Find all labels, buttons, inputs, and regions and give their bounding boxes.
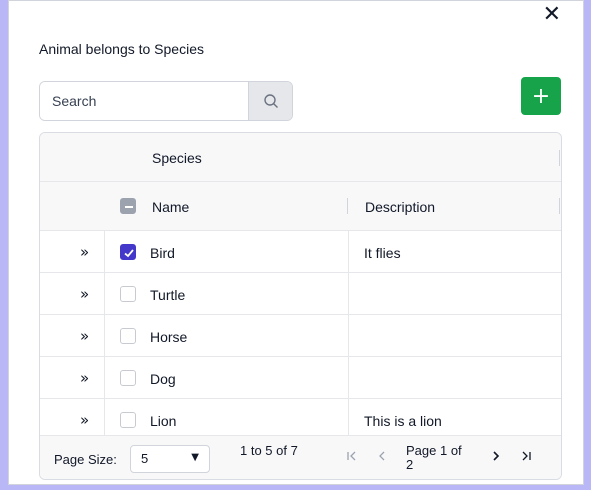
column-header-row: Name Description bbox=[40, 182, 561, 231]
chevron-left-icon bbox=[379, 451, 385, 461]
first-page-button[interactable] bbox=[346, 450, 358, 466]
column-resize-handle[interactable] bbox=[347, 198, 348, 214]
row-range-text: 1 to 5 of 7 bbox=[240, 443, 298, 458]
caret-down-icon: ▼ bbox=[191, 452, 199, 463]
cell-divider bbox=[348, 315, 349, 356]
dialog-title: Animal belongs to Species bbox=[39, 41, 204, 57]
cell-divider bbox=[348, 231, 349, 272]
group-header-label: Species bbox=[152, 150, 202, 166]
cell-name: Horse bbox=[150, 329, 188, 345]
last-page-icon bbox=[522, 451, 531, 461]
table-row[interactable]: » Dog bbox=[40, 357, 561, 399]
cell-divider bbox=[104, 231, 105, 272]
species-grid: Species Name Description » Bird It flies » T… bbox=[39, 132, 562, 480]
expand-row-icon[interactable]: » bbox=[80, 327, 89, 345]
table-row[interactable]: » Turtle bbox=[40, 273, 561, 315]
page-size-label: Page Size: bbox=[54, 452, 117, 467]
row-checkbox[interactable] bbox=[120, 412, 136, 428]
expand-row-icon[interactable]: » bbox=[80, 285, 89, 303]
next-page-button[interactable] bbox=[490, 450, 502, 466]
column-header-description[interactable]: Description bbox=[365, 199, 435, 215]
cell-description: This is a lion bbox=[364, 413, 442, 429]
first-page-icon bbox=[347, 451, 356, 461]
previous-page-button[interactable] bbox=[376, 450, 388, 466]
table-row[interactable]: » Horse bbox=[40, 315, 561, 357]
search-input[interactable] bbox=[40, 82, 248, 120]
cell-divider bbox=[348, 399, 349, 440]
select-all-checkbox[interactable] bbox=[120, 198, 136, 214]
add-button[interactable]: + bbox=[521, 77, 561, 115]
cell-divider bbox=[104, 273, 105, 314]
column-header-name[interactable]: Name bbox=[152, 199, 189, 215]
row-checkbox[interactable] bbox=[120, 370, 136, 386]
dialog: ✕ Animal belongs to Species + Species Na… bbox=[8, 0, 584, 485]
page-size-value: 5 bbox=[141, 451, 149, 466]
expand-row-icon[interactable]: » bbox=[80, 243, 89, 261]
cell-divider bbox=[104, 399, 105, 440]
cell-name: Bird bbox=[150, 245, 175, 261]
table-row[interactable]: » Bird It flies bbox=[40, 231, 561, 273]
check-icon bbox=[124, 249, 134, 258]
cell-name: Turtle bbox=[150, 287, 186, 303]
cell-name: Dog bbox=[150, 371, 176, 387]
last-page-button[interactable] bbox=[520, 450, 532, 466]
page-info-text: Page 1 of 2 bbox=[406, 443, 462, 472]
close-icon: ✕ bbox=[542, 2, 561, 27]
cell-name: Lion bbox=[150, 413, 177, 429]
row-checkbox[interactable] bbox=[120, 328, 136, 344]
cell-description: It flies bbox=[364, 245, 401, 261]
search-button[interactable] bbox=[248, 82, 292, 120]
plus-icon: + bbox=[531, 83, 551, 109]
group-header: Species bbox=[40, 133, 561, 182]
column-resize-handle[interactable] bbox=[559, 150, 560, 166]
chevron-right-icon bbox=[493, 451, 500, 461]
cell-divider bbox=[348, 273, 349, 314]
pagination-bar: Page Size: 5 ▼ 1 to 5 of 7 Page 1 of 2 bbox=[40, 435, 561, 479]
minus-icon bbox=[125, 206, 133, 208]
cell-divider bbox=[348, 357, 349, 398]
cell-divider bbox=[104, 357, 105, 398]
expand-row-icon[interactable]: » bbox=[80, 369, 89, 387]
close-button[interactable]: ✕ bbox=[542, 2, 561, 27]
column-resize-handle[interactable] bbox=[559, 198, 560, 214]
row-checkbox[interactable] bbox=[120, 244, 136, 260]
expand-row-icon[interactable]: » bbox=[80, 411, 89, 429]
search-box bbox=[39, 81, 293, 121]
row-checkbox[interactable] bbox=[120, 286, 136, 302]
cell-divider bbox=[104, 315, 105, 356]
page-size-select[interactable]: 5 ▼ bbox=[130, 445, 210, 473]
search-icon bbox=[263, 94, 278, 108]
